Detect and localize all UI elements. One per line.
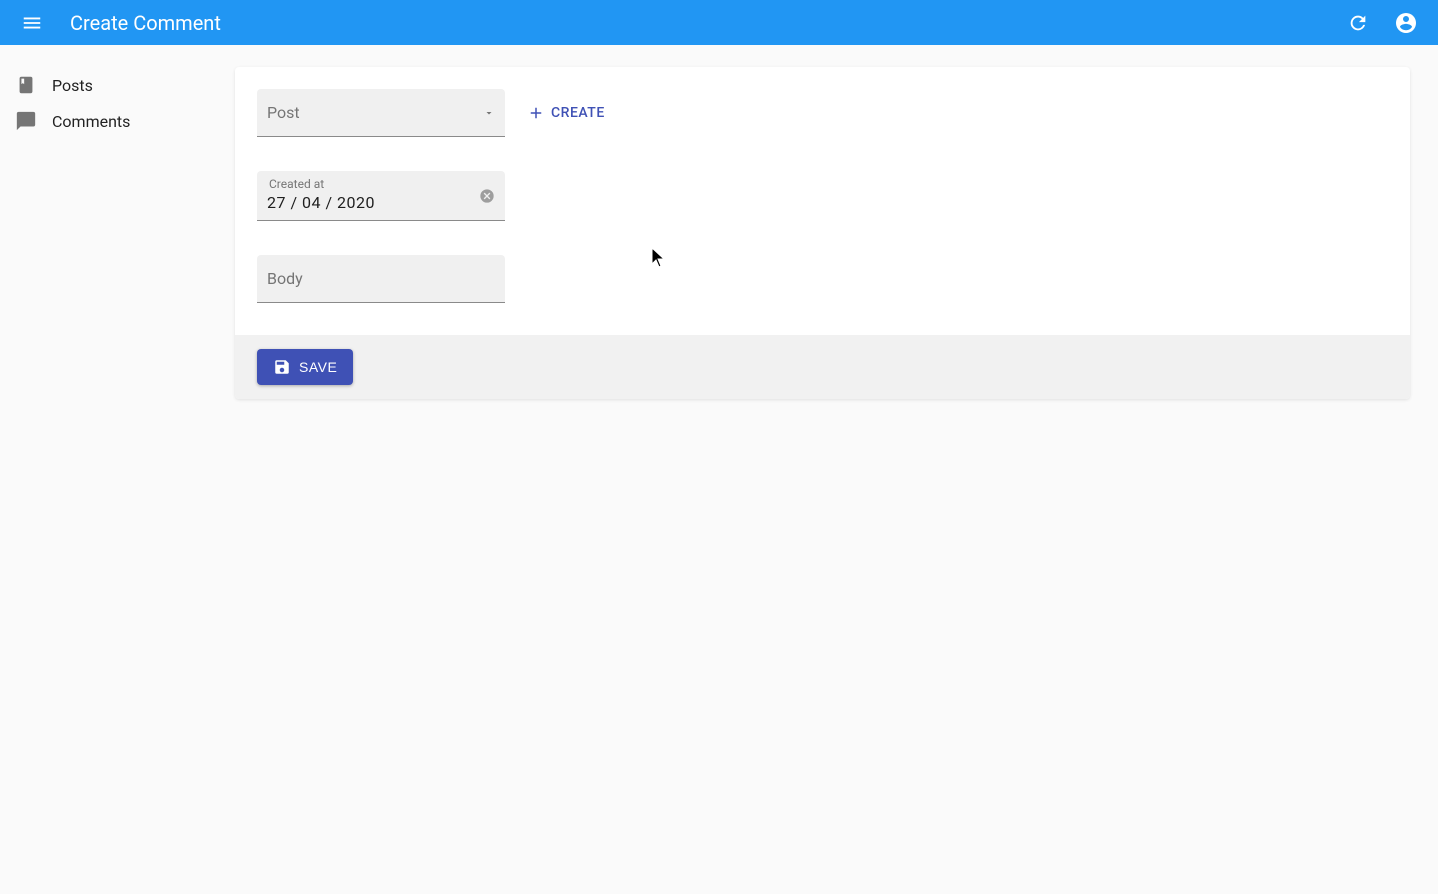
clear-icon[interactable] xyxy=(479,188,495,204)
form-row-post: Post CREATE xyxy=(257,89,1388,137)
comment-icon xyxy=(14,109,38,133)
layout: Posts Comments Post xyxy=(0,45,1438,894)
plus-icon xyxy=(527,104,551,122)
refresh-icon xyxy=(1347,12,1369,34)
refresh-button[interactable] xyxy=(1340,5,1376,41)
created-at-field[interactable]: Created at 27 / 04 / 2020 xyxy=(257,171,505,221)
sidebar-item-comments[interactable]: Comments xyxy=(0,103,235,139)
main-content: Post CREATE Created at xyxy=(235,45,1438,894)
body-field-label: Body xyxy=(267,269,303,288)
sidebar-item-posts[interactable]: Posts xyxy=(0,67,235,103)
create-button[interactable]: CREATE xyxy=(519,98,613,128)
chevron-down-icon xyxy=(483,107,495,119)
body-field[interactable]: Body xyxy=(257,255,505,303)
page-title: Create Comment xyxy=(70,11,221,35)
save-button-label: SAVE xyxy=(299,359,337,375)
save-icon xyxy=(273,358,299,376)
sidebar: Posts Comments xyxy=(0,45,235,894)
sidebar-item-label: Comments xyxy=(52,112,130,131)
account-button[interactable] xyxy=(1388,5,1424,41)
create-button-label: CREATE xyxy=(551,105,605,121)
created-at-value: 27 / 04 / 2020 xyxy=(267,179,375,212)
sidebar-item-label: Posts xyxy=(52,76,93,95)
book-icon xyxy=(14,73,38,97)
post-select-label: Post xyxy=(267,103,300,122)
save-button[interactable]: SAVE xyxy=(257,349,353,385)
menu-icon xyxy=(21,12,43,34)
menu-button[interactable] xyxy=(14,5,50,41)
form-row-created-at: Created at 27 / 04 / 2020 xyxy=(257,171,1388,221)
form-row-body: Body xyxy=(257,255,1388,303)
card-footer: SAVE xyxy=(235,335,1410,399)
form-card: Post CREATE Created at xyxy=(235,67,1410,399)
account-circle-icon xyxy=(1394,11,1418,35)
appbar: Create Comment xyxy=(0,0,1438,45)
post-select[interactable]: Post xyxy=(257,89,505,137)
card-body: Post CREATE Created at xyxy=(235,67,1410,335)
